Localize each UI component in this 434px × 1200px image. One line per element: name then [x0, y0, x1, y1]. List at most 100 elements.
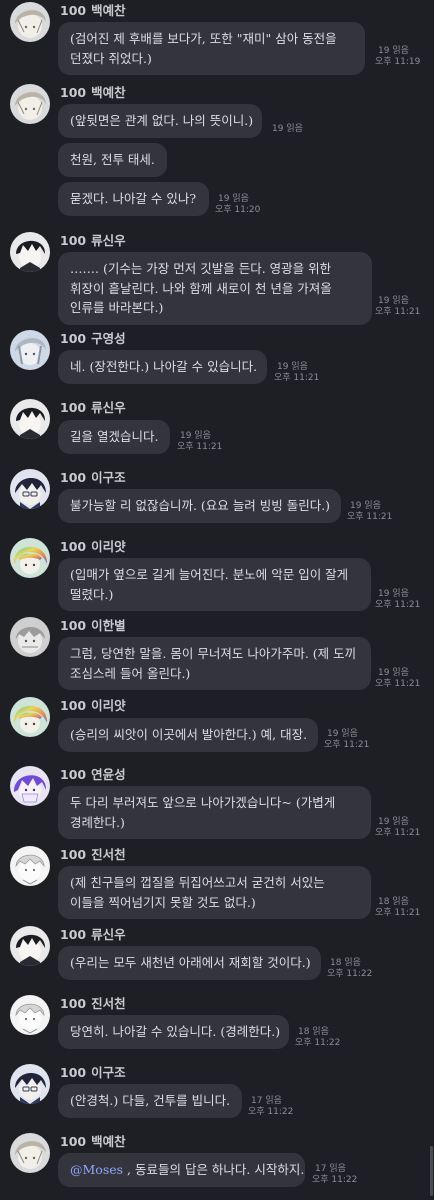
avatar[interactable] — [10, 84, 50, 124]
sender-name-row[interactable]: 100 백예찬 — [60, 2, 126, 20]
read-count: 18 읽음 — [330, 958, 361, 968]
sender-name-row[interactable]: 100 백예찬 — [60, 1133, 126, 1151]
message-bubble[interactable]: 불가능할 리 없잖습니까. (요요 늘려 빙빙 돌린다.) — [58, 489, 341, 523]
avatar[interactable] — [10, 766, 50, 806]
sender-name: 이구조 — [91, 1065, 126, 1080]
message-meta: 19 읽음 오후 11:21 — [324, 729, 369, 750]
avatar-jinseocheon-icon — [10, 846, 50, 886]
message-line: 이들을 찍어넘기지 못할 것도 없다.) — [70, 894, 256, 910]
message-bubble[interactable]: (입매가 옆으로 길게 늘어진다. 분노에 악문 입이 잘게 떨렸다.) — [58, 558, 371, 611]
read-count: 18 읽음 — [298, 1027, 329, 1037]
sender-name-row[interactable]: 100 이리얏 — [60, 697, 126, 715]
message-bubble[interactable]: ……. (기수는 가장 먼저 깃발을 든다. 영광을 위한 휘장이 흩날린다. 나… — [58, 252, 372, 325]
avatar[interactable] — [10, 846, 50, 886]
message-bubble[interactable]: 길을 열겠습니다. — [58, 420, 170, 454]
sender-name-row[interactable]: 100 이구조 — [60, 469, 126, 487]
avatar[interactable] — [10, 1133, 50, 1173]
message-bubble[interactable]: 천원, 전투 태세. — [58, 143, 167, 177]
timestamp: 오후 11:22 — [312, 1174, 358, 1185]
avatar[interactable] — [10, 330, 50, 370]
read-count: 19 읽음 — [277, 362, 308, 372]
message-line: 불가능할 리 없잖습니까. (요요 늘려 빙빙 돌린다.) — [70, 498, 331, 513]
timestamp: 오후 11:21 — [324, 739, 370, 750]
read-count: 19 읽음 — [378, 817, 409, 827]
avatar[interactable] — [10, 399, 50, 439]
avatar-igujo-icon — [10, 1064, 50, 1104]
sender-name: 백예찬 — [91, 85, 126, 100]
chat-message-list[interactable]: 100 백예찬 (검어진 제 후배를 보다가, 또한 "재미" 삼아 동전을 던졌다 … — [0, 0, 434, 1200]
message-bubble[interactable]: (앞뒷면은 관계 없다. 나의 뜻이니.) — [58, 104, 262, 138]
message-line: 조심스레 들어 올린다.) — [70, 665, 191, 681]
sender-level: 100 — [60, 3, 87, 18]
avatar-ryushinwoo-icon — [10, 232, 50, 272]
sender-level: 100 — [60, 1065, 87, 1080]
avatar[interactable] — [10, 232, 50, 272]
sender-name-row[interactable]: 100 이리얏 — [60, 538, 126, 556]
message-text: , 동료들의 답은 하나다. 시작하지. — [123, 1162, 305, 1177]
message-meta: 19 읽음 오후 11:20 — [215, 194, 260, 215]
message-bubble[interactable]: (승리의 씨앗이 이곳에서 발아한다.) 예, 대장. — [58, 718, 318, 752]
message-bubble[interactable]: 네. (장전한다.) 나아갈 수 있습니다. — [58, 350, 267, 384]
message-line: (검어진 제 후배를 보다가, 또한 "재미" 삼아 동전을 — [70, 31, 337, 46]
message-bubble[interactable]: 묻겠다. 나아갈 수 있나? — [58, 182, 209, 216]
sender-name-row[interactable]: 100 류신우 — [60, 399, 126, 417]
sender-name-row[interactable]: 100 류신우 — [60, 926, 126, 944]
avatar-ryushinwoo-icon — [10, 399, 50, 439]
message-line: 떨렸다.) — [70, 586, 114, 602]
avatar[interactable] — [10, 2, 50, 42]
message-bubble[interactable]: (제 친구들의 껍질을 뒤집어쓰고서 굳건히 서있는이들을 찍어넘기지 못할 것… — [58, 866, 371, 919]
message-meta: 19 읽음 — [269, 124, 303, 135]
read-count: 19 읽음 — [272, 124, 303, 134]
sender-name-row[interactable]: 100 진서천 — [60, 846, 126, 864]
sender-name-row[interactable]: 100 백예찬 — [60, 84, 126, 102]
read-count: 17 읽음 — [315, 1164, 346, 1174]
message-bubble[interactable]: 두 다리 부러져도 앞으로 나아가겠습니다~ (가볍게경례한다.) — [58, 786, 371, 839]
message-meta: 19 읽음 오후 11:21 — [375, 589, 420, 610]
message-meta: 18 읽음 오후 11:22 — [295, 1027, 340, 1048]
avatar-guyeongseong-icon — [10, 330, 50, 370]
message-meta: 19 읽음 오후 11:21 — [375, 668, 420, 689]
sender-name: 연윤성 — [91, 767, 126, 782]
avatar[interactable] — [10, 469, 50, 509]
message-bubble[interactable]: (검어진 제 후배를 보다가, 또한 "재미" 삼아 동전을 던졌다 쥐었다.) — [58, 22, 365, 75]
message-meta: 19 읽음 오후 11:21 — [375, 817, 420, 838]
message-bubble[interactable]: 당연히. 나아갈 수 있습니다. (경례한다.) — [58, 1015, 289, 1049]
message-bubble[interactable]: @Moses , 동료들의 답은 하나다. 시작하지. — [58, 1153, 305, 1187]
read-count: 17 읽음 — [251, 1096, 282, 1106]
message-line: (제 친구들의 껍질을 뒤집어쓰고서 굳건히 서있는 — [70, 875, 325, 890]
avatar[interactable] — [10, 538, 50, 578]
scrollbar[interactable] — [430, 1146, 433, 1196]
message-meta: 19 읽음 오후 11:21 — [375, 296, 420, 317]
avatar-igujo-icon — [10, 469, 50, 509]
sender-name: 백예찬 — [91, 3, 126, 18]
sender-name-row[interactable]: 100 이구조 — [60, 1064, 126, 1082]
sender-level: 100 — [60, 847, 87, 862]
message-meta: 19 읽음 오후 11:19 — [375, 46, 420, 67]
sender-name-row[interactable]: 100 연윤성 — [60, 766, 126, 784]
message-meta: 19 읽음 오후 11:21 — [347, 501, 392, 522]
timestamp: 오후 11:21 — [375, 599, 421, 610]
message-line: 두 다리 부러져도 앞으로 나아가겠습니다~ (가볍게 — [70, 795, 336, 810]
message-bubble[interactable]: (우리는 모두 새천년 아래에서 재회할 것이다.) — [58, 946, 321, 980]
message-line: 휘장이 흩날린다. 나와 함께 새로이 천 년을 가져올 — [70, 280, 332, 296]
avatar[interactable] — [10, 697, 50, 737]
timestamp: 오후 11:21 — [274, 372, 320, 383]
avatar[interactable] — [10, 1064, 50, 1104]
message-meta: 17 읽음 오후 11:22 — [312, 1164, 357, 1185]
user-mention[interactable]: @Moses — [70, 1162, 123, 1177]
avatar[interactable] — [10, 995, 50, 1035]
message-line: 경례한다.) — [70, 814, 125, 830]
avatar[interactable] — [10, 617, 50, 657]
message-line: 당연히. 나아갈 수 있습니다. (경례한다.) — [70, 1024, 281, 1039]
sender-name-row[interactable]: 100 구영성 — [60, 330, 126, 348]
sender-level: 100 — [60, 470, 87, 485]
message-meta: 18 읽음 오후 11:21 — [375, 897, 420, 918]
sender-name-row[interactable]: 100 이한별 — [60, 617, 126, 635]
message-bubble[interactable]: (안경척.) 다들, 건투를 빕니다. — [58, 1084, 242, 1118]
avatar-iriyat-icon — [10, 538, 50, 578]
message-bubble[interactable]: 그럼, 당연한 말을. 몸이 무너져도 나아가주마. (제 도끼 조심스레 들어 … — [58, 637, 371, 690]
sender-level: 100 — [60, 767, 87, 782]
sender-name-row[interactable]: 100 류신우 — [60, 232, 126, 250]
avatar[interactable] — [10, 926, 50, 966]
sender-name-row[interactable]: 100 진서천 — [60, 995, 126, 1013]
